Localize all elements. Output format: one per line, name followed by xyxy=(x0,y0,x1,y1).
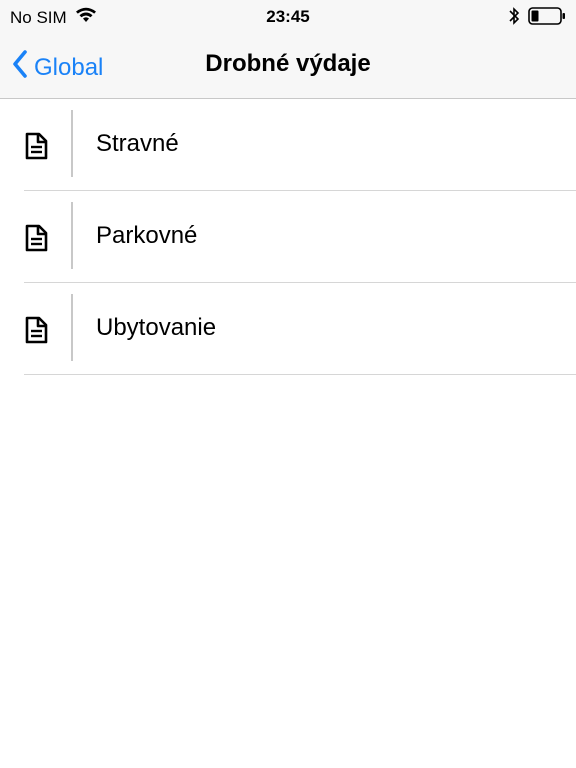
bluetooth-icon xyxy=(508,6,520,31)
list-item-label: Stravné xyxy=(96,130,179,157)
list-item-parkovne[interactable]: Parkovné xyxy=(24,191,576,283)
list-item-label: Parkovné xyxy=(96,222,198,249)
page-title: Drobné výdaje xyxy=(205,50,371,77)
document-icon xyxy=(24,224,48,252)
item-divider xyxy=(71,110,73,177)
list-item-label: Ubytovanie xyxy=(96,314,217,341)
navigation-bar: Global Drobné výdaje xyxy=(0,32,576,99)
document-icon xyxy=(24,132,48,160)
document-icon xyxy=(24,316,48,344)
list-item-ubytovanie[interactable]: Ubytovanie xyxy=(24,283,576,375)
status-bar: No SIM 23:45 xyxy=(0,0,576,32)
item-divider xyxy=(71,202,73,269)
status-right xyxy=(508,6,566,31)
expense-list: Stravné Parkovné Ubytovanie xyxy=(0,99,576,375)
item-divider xyxy=(71,294,73,361)
clock: 23:45 xyxy=(266,7,310,26)
battery-icon xyxy=(528,7,566,30)
list-item-stravne[interactable]: Stravné xyxy=(24,99,576,191)
